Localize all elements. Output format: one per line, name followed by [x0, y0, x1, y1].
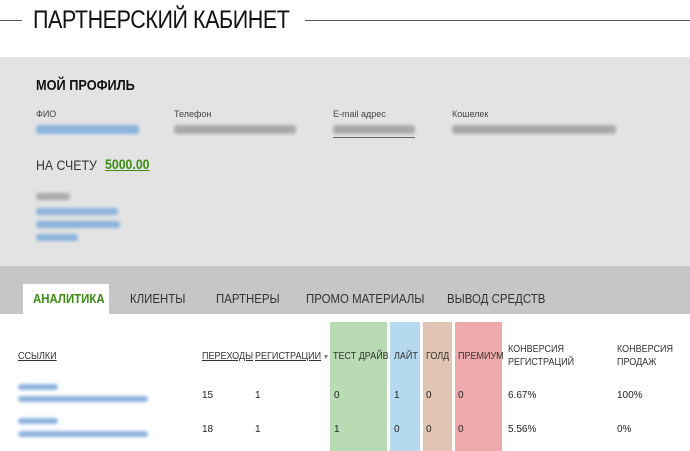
cell-registrations: 1 — [255, 390, 261, 401]
analytics-table: ССЫЛКИ ПЕРЕХОДЫ РЕГИСТРАЦИИ ▼ ТЕСТ ДРАЙВ … — [0, 314, 690, 451]
link-url-redacted[interactable] — [18, 396, 148, 402]
profile-heading: МОЙ ПРОФИЛЬ — [36, 77, 135, 94]
link-url-redacted[interactable] — [18, 418, 58, 424]
cell-test-drive: 1 — [334, 424, 340, 435]
balance-label: НА СЧЕТУ — [36, 157, 97, 173]
cell-clicks: 15 — [202, 390, 214, 401]
tab-withdraw-funds[interactable]: ВЫВОД СРЕДСТВ — [447, 284, 559, 314]
tab-bar: АНАЛИТИКА КЛИЕНТЫ ПАРТНЕРЫ ПРОМО МАТЕРИА… — [0, 266, 690, 314]
tab-analytics[interactable]: АНАЛИТИКА — [23, 284, 109, 314]
header-divider-left — [0, 20, 22, 21]
header-lite: ЛАЙТ — [394, 351, 418, 362]
tab-promo-materials[interactable]: ПРОМО МАТЕРИАЛЫ — [306, 284, 441, 314]
cell-registrations: 1 — [255, 424, 261, 435]
header-divider-right — [305, 20, 690, 21]
page-header: ПАРТНЕРСКИЙ КАБИНЕТ — [0, 0, 690, 57]
cell-premium: 0 — [458, 390, 464, 401]
cell-conversion-registrations: 6.67% — [508, 390, 537, 401]
email-underline — [333, 137, 415, 138]
referral-link-redacted[interactable] — [36, 234, 78, 241]
header-links[interactable]: ССЫЛКИ — [18, 351, 57, 362]
referral-link-redacted[interactable] — [36, 208, 118, 215]
link-url-redacted[interactable] — [18, 384, 58, 390]
cell-lite: 0 — [394, 424, 400, 435]
phone-label: Телефон — [174, 109, 212, 119]
wallet-value-redacted — [452, 125, 616, 134]
cell-test-drive: 0 — [334, 390, 340, 401]
header-test-drive: ТЕСТ ДРАЙВ — [333, 351, 389, 362]
profile-section: МОЙ ПРОФИЛЬ ФИО Телефон E-mail адрес Кош… — [0, 57, 690, 266]
referral-link-redacted[interactable] — [36, 221, 120, 228]
header-conversion-registrations-line2: РЕГИСТРАЦИЙ — [508, 357, 575, 368]
wallet-label: Кошелек — [452, 109, 489, 119]
header-conversion-sales-line2: ПРОДАЖ — [617, 357, 657, 368]
cell-conversion-registrations: 5.56% — [508, 424, 537, 435]
email-label: E-mail адрес — [333, 109, 386, 119]
header-clicks[interactable]: ПЕРЕХОДЫ — [202, 351, 253, 362]
cell-conversion-sales: 100% — [617, 390, 643, 401]
header-conversion-sales-line1: КОНВЕРСИЯ — [617, 344, 674, 355]
cell-conversion-sales: 0% — [617, 424, 632, 435]
link-url-redacted[interactable] — [18, 431, 148, 437]
cell-lite: 1 — [394, 390, 400, 401]
header-premium: ПРЕМИУМ — [458, 351, 504, 362]
referral-info-redacted — [36, 193, 70, 200]
name-label: ФИО — [36, 109, 57, 119]
tab-clients[interactable]: КЛИЕНТЫ — [130, 284, 193, 314]
header-registrations[interactable]: РЕГИСТРАЦИИ ▼ — [255, 351, 329, 362]
page-title: ПАРТНЕРСКИЙ КАБИНЕТ — [33, 6, 290, 34]
cell-gold: 0 — [426, 424, 432, 435]
phone-value-redacted — [174, 125, 296, 134]
header-conversion-registrations-line1: КОНВЕРСИЯ — [508, 344, 565, 355]
name-value-redacted[interactable] — [36, 125, 139, 134]
header-gold: ГОЛД — [426, 351, 450, 362]
sort-down-icon: ▼ — [322, 354, 330, 361]
cell-gold: 0 — [426, 390, 432, 401]
email-value-redacted[interactable] — [333, 125, 415, 134]
cell-clicks: 18 — [202, 424, 214, 435]
tab-partners[interactable]: ПАРТНЕРЫ — [216, 284, 288, 314]
balance-value[interactable]: 5000.00 — [105, 156, 150, 172]
cell-premium: 0 — [458, 424, 464, 435]
